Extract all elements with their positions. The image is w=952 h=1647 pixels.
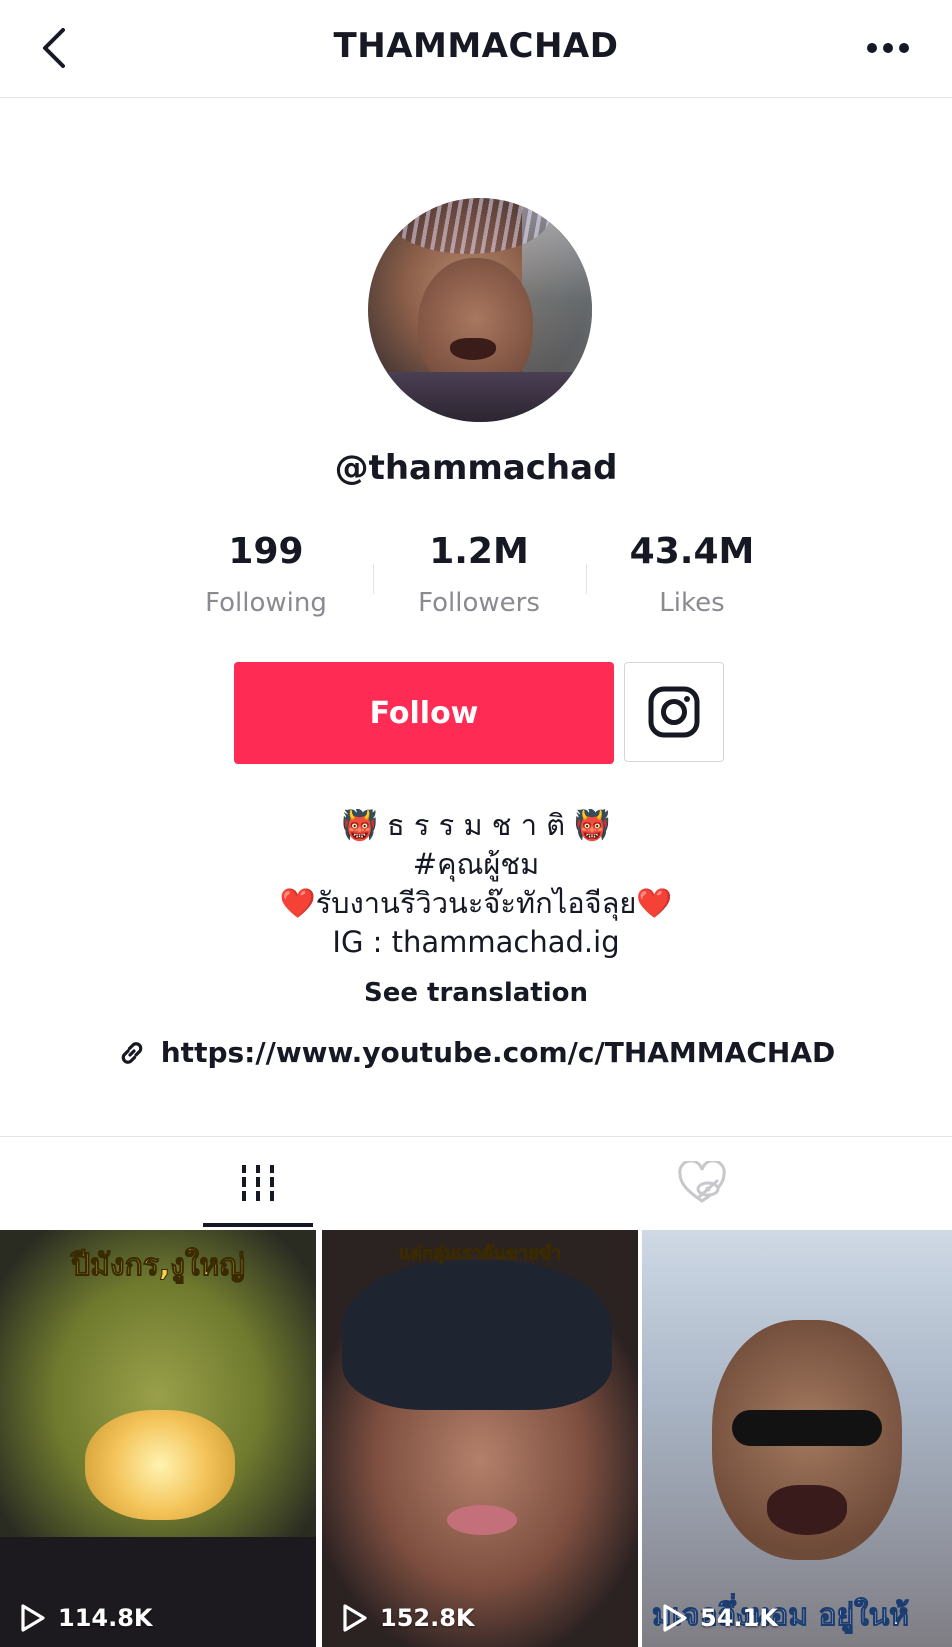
video-views-text: 114.8K bbox=[58, 1604, 153, 1632]
stat-followers[interactable]: 1.2M Followers bbox=[379, 530, 579, 618]
profile-avatar[interactable] bbox=[368, 198, 592, 422]
play-icon bbox=[21, 1604, 45, 1632]
video-caption: ปีมังกร,งูใหญ่ bbox=[71, 1248, 246, 1284]
video-view-count: 152.8K bbox=[342, 1603, 475, 1633]
profile-link-text: https://www.youtube.com/c/THAMMACHAD bbox=[160, 1036, 836, 1069]
follow-button[interactable]: Follow bbox=[234, 662, 614, 764]
stat-likes-label: Likes bbox=[659, 588, 725, 618]
thumbnail-art bbox=[447, 1505, 517, 1535]
thumbnail-art bbox=[732, 1410, 882, 1446]
video-thumbnail[interactable]: แต่กลุ่มเราดันขายขำ 152.8K bbox=[322, 1230, 638, 1647]
profile-username: @thammachad bbox=[334, 448, 618, 488]
see-translation-link[interactable]: See translation bbox=[0, 978, 952, 1008]
profile-tabs bbox=[0, 1136, 952, 1228]
play-icon bbox=[343, 1604, 367, 1632]
video-views-text: 152.8K bbox=[380, 1604, 475, 1632]
active-tab-indicator bbox=[203, 1223, 313, 1227]
profile-stats: 199 Following 1.2M Followers 43.4M Likes bbox=[0, 530, 952, 630]
hidden-heart-icon bbox=[678, 1161, 726, 1203]
stat-following[interactable]: 199 Following bbox=[166, 530, 366, 618]
top-bar: THAMMACHAD bbox=[0, 0, 952, 98]
more-horizontal-icon bbox=[867, 43, 909, 53]
video-grid: ปีมังกร,งูใหญ่ 114.8K แต่กลุ่มเราดันขายข… bbox=[0, 1230, 952, 1647]
instagram-icon bbox=[648, 686, 700, 738]
stat-likes-value: 43.4M bbox=[629, 531, 755, 572]
stat-following-value: 199 bbox=[228, 531, 304, 572]
profile-bio: 👹 ธ ร ร ม ช า ติ 👹 #คุณผู้ชม ❤️รับงานรีว… bbox=[0, 806, 952, 962]
more-options-button[interactable] bbox=[858, 30, 918, 66]
video-view-count: 54.1K bbox=[662, 1603, 778, 1633]
stat-divider bbox=[586, 564, 587, 594]
tab-liked-videos[interactable] bbox=[464, 1137, 940, 1229]
thumbnail-art bbox=[85, 1410, 235, 1520]
page-title: THAMMACHAD bbox=[333, 26, 619, 66]
stat-likes[interactable]: 43.4M Likes bbox=[592, 530, 792, 618]
bio-line: IG : thammachad.ig bbox=[332, 925, 620, 959]
instagram-button[interactable] bbox=[624, 662, 724, 762]
bio-line: 👹 ธ ร ร ม ช า ติ 👹 bbox=[341, 808, 611, 842]
profile-link[interactable]: https://www.youtube.com/c/THAMMACHAD bbox=[0, 1036, 952, 1069]
grid-bars-icon bbox=[242, 1165, 274, 1201]
stat-following-label: Following bbox=[205, 588, 327, 618]
thumbnail-art bbox=[342, 1260, 612, 1410]
video-thumbnail[interactable]: มเจอถึ่งหอม อยู่ในห้ 54.1K bbox=[642, 1230, 952, 1647]
play-icon bbox=[663, 1604, 687, 1632]
stat-followers-label: Followers bbox=[418, 588, 540, 618]
video-views-text: 54.1K bbox=[700, 1604, 778, 1632]
video-view-count: 114.8K bbox=[20, 1603, 153, 1633]
stat-followers-value: 1.2M bbox=[429, 531, 529, 572]
avatar-mouth bbox=[450, 338, 496, 360]
bio-line: ❤️รับงานรีวิวนะจ๊ะทักไอจีลุย❤️ bbox=[279, 886, 673, 920]
stat-divider bbox=[373, 564, 374, 594]
link-icon bbox=[121, 1041, 143, 1064]
avatar-shoulders bbox=[368, 372, 592, 422]
video-caption: แต่กลุ่มเราดันขายขำ bbox=[398, 1243, 562, 1265]
tab-videos[interactable] bbox=[20, 1137, 496, 1229]
video-thumbnail[interactable]: ปีมังกร,งูใหญ่ 114.8K bbox=[0, 1230, 316, 1647]
bio-hashtag[interactable]: #คุณผู้ชม bbox=[0, 845, 952, 884]
thumbnail-art bbox=[767, 1485, 847, 1535]
